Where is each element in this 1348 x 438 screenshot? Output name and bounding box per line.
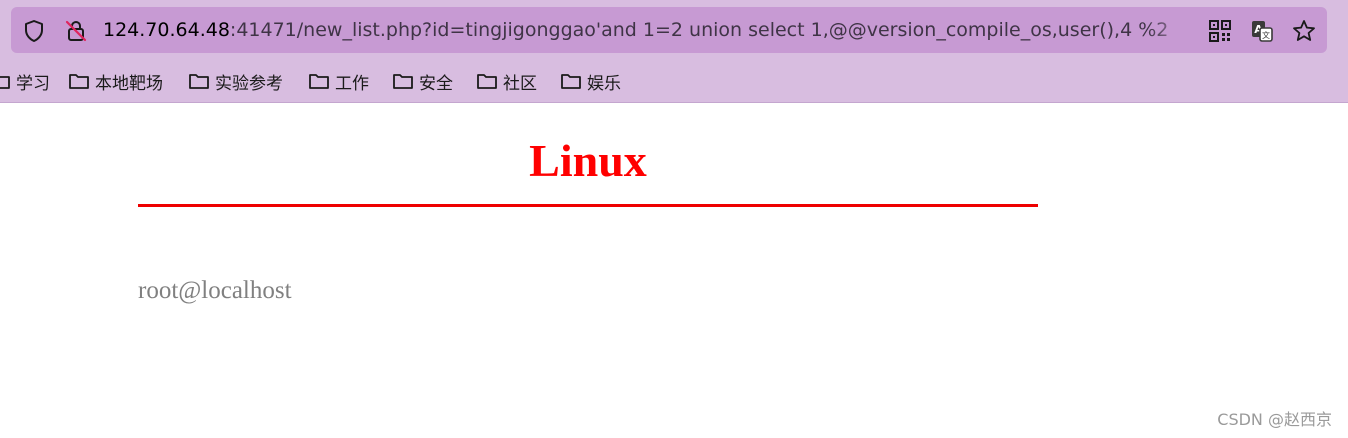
bookmark-folder-work[interactable]: 工作 (308, 66, 369, 96)
bookmark-label: 安全 (419, 73, 453, 94)
bookmark-folder-entertainment[interactable]: 娱乐 (560, 66, 621, 96)
folder-icon (69, 74, 89, 89)
url-text[interactable]: 124.70.64.48:41471/new_list.php?id=tingj… (103, 16, 1195, 44)
svg-text:文: 文 (1262, 30, 1270, 40)
shield-icon[interactable] (21, 18, 47, 44)
url-path: :41471/new_list.php?id=tingjigonggao'and… (229, 19, 1169, 41)
translate-icon[interactable]: A 文 (1249, 18, 1275, 44)
folder-icon (393, 74, 413, 89)
folder-icon (189, 74, 209, 89)
bookmarks-bar: 学习 本地靶场 实验参考 工作 安全 社区 娱乐 (0, 66, 1348, 96)
folder-icon (477, 74, 497, 89)
browser-chrome: 124.70.64.48:41471/new_list.php?id=tingj… (0, 0, 1348, 103)
bookmark-label: 本地靶场 (95, 73, 163, 94)
qr-code-icon[interactable] (1207, 18, 1233, 44)
folder-icon (561, 74, 581, 89)
folder-icon (309, 74, 329, 89)
bookmark-label: 实验参考 (215, 73, 283, 94)
csdn-watermark: CSDN @赵西京 (1217, 410, 1332, 429)
bookmark-label: 学习 (16, 73, 50, 94)
bookmark-folder-study[interactable]: 学习 (0, 66, 50, 96)
insecure-lock-icon[interactable] (63, 18, 89, 44)
bookmark-folder-community[interactable]: 社区 (476, 66, 537, 96)
folder-icon (0, 76, 10, 89)
star-icon[interactable] (1291, 18, 1317, 44)
bookmark-label: 娱乐 (587, 73, 621, 94)
title-divider (138, 204, 1038, 207)
url-host: 124.70.64.48 (103, 19, 230, 41)
url-fade (1147, 16, 1195, 44)
page-title: Linux (529, 135, 647, 186)
bookmark-label: 工作 (335, 73, 369, 94)
bookmark-folder-security[interactable]: 安全 (392, 66, 453, 96)
address-bar[interactable]: 124.70.64.48:41471/new_list.php?id=tingj… (11, 7, 1327, 53)
bookmark-folder-lab-reference[interactable]: 实验参考 (188, 66, 283, 96)
bookmark-folder-local-range[interactable]: 本地靶场 (68, 66, 163, 96)
bookmark-label: 社区 (503, 73, 537, 94)
page-content: Linux root@localhost (0, 103, 1348, 438)
query-result-text: root@localhost (138, 277, 292, 304)
